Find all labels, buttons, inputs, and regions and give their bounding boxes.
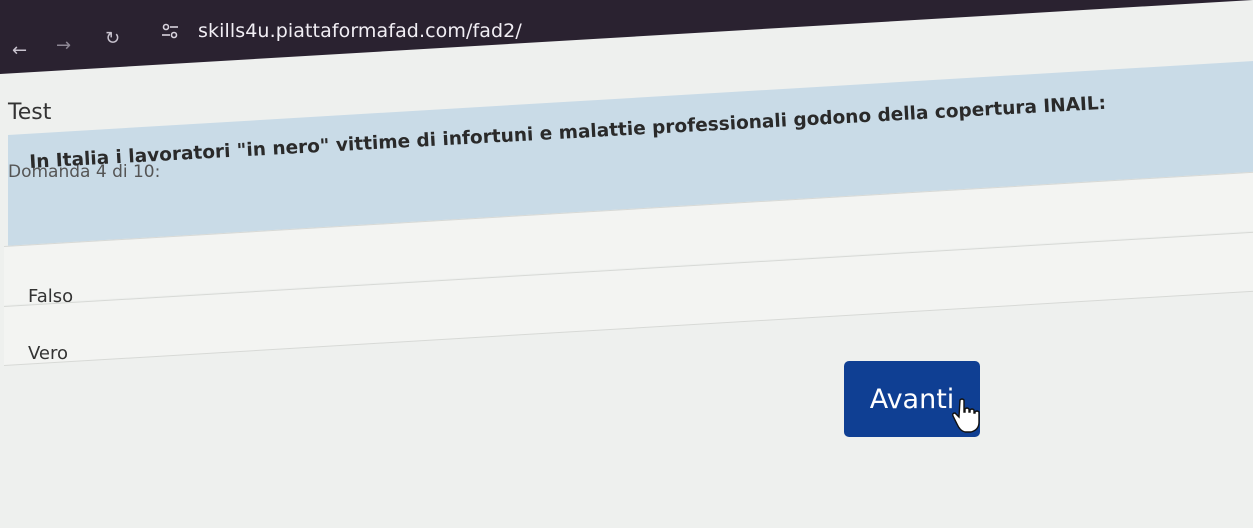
reload-icon[interactable]: ↻ (105, 28, 120, 49)
answer-option-label[interactable]: Vero (28, 343, 68, 364)
arrow-right-icon[interactable]: → (56, 35, 71, 56)
arrow-left-icon[interactable]: ← (12, 40, 27, 61)
page-title: Test (8, 100, 52, 125)
tune-icon[interactable] (160, 22, 180, 40)
hand-pointer-icon (952, 398, 980, 433)
address-bar[interactable]: skills4u.piattaformafad.com/fad2/ (198, 20, 522, 42)
browser-toolbar-controls: ← → ↻ skills4u.piattaformafad.com/fad2/ (0, 0, 1253, 74)
